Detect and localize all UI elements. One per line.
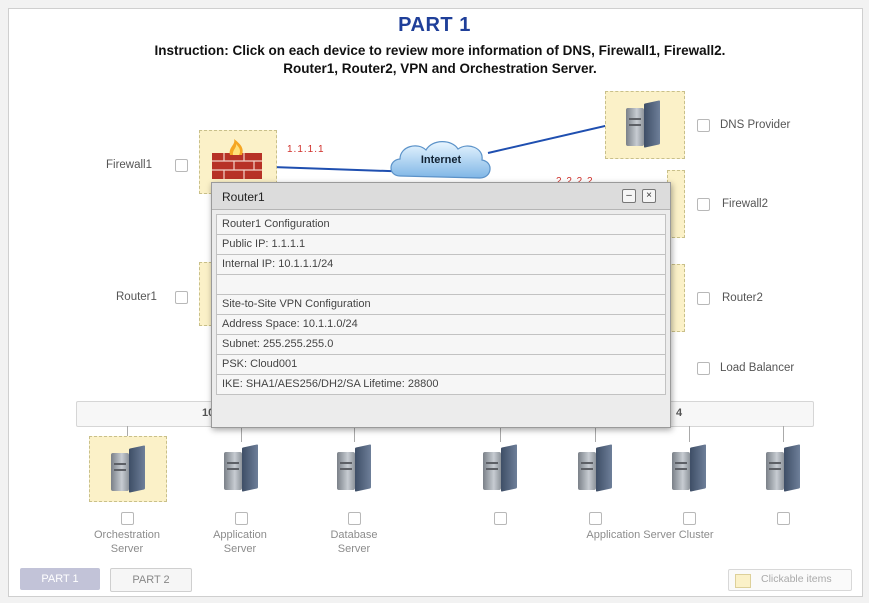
popup-row: Public IP: 1.1.1.1 xyxy=(216,234,666,254)
instruction-line-1: Instruction: Click on each device to rev… xyxy=(154,43,726,58)
drop-line xyxy=(127,426,128,436)
load-balancer-label: Load Balancer xyxy=(720,362,795,374)
cluster-server-3-icon[interactable] xyxy=(672,444,706,492)
orchestration-server-device[interactable] xyxy=(89,436,167,502)
popup-row: Address Space: 10.1.1.0/24 xyxy=(216,314,666,334)
database-server-icon[interactable] xyxy=(337,444,371,492)
server-icon xyxy=(626,100,660,148)
application-server-checkbox[interactable] xyxy=(235,512,248,525)
firewall-icon xyxy=(212,139,262,179)
cluster-server-4-icon[interactable] xyxy=(766,444,800,492)
bus-right-text: 4 xyxy=(676,407,683,419)
orchestration-server-label-1: Orchestration xyxy=(93,529,161,541)
dns-provider-checkbox[interactable] xyxy=(697,119,710,132)
orchestration-server-checkbox[interactable] xyxy=(121,512,134,525)
legend-swatch xyxy=(735,574,751,588)
router2-checkbox[interactable] xyxy=(697,292,710,305)
app-cluster-label: Application Server Cluster xyxy=(586,529,714,541)
popup-titlebar[interactable]: Router1 – × xyxy=(212,183,670,210)
popup-rows: Router1 Configuration Public IP: 1.1.1.1… xyxy=(216,214,666,395)
clickable-items-legend: Clickable items xyxy=(728,569,852,591)
firewall1-label: Firewall1 xyxy=(106,159,153,171)
drop-line xyxy=(689,426,690,442)
popup-title: Router1 xyxy=(222,190,265,204)
application-server-label-2: Server xyxy=(223,543,257,555)
orchestration-server-label-2: Server xyxy=(110,543,144,555)
minimize-button[interactable]: – xyxy=(622,189,636,203)
router1-checkbox[interactable] xyxy=(175,291,188,304)
page-title: PART 1 xyxy=(398,14,471,36)
database-server-checkbox[interactable] xyxy=(348,512,361,525)
drop-line xyxy=(783,426,784,442)
database-server-label-1: Database xyxy=(330,529,378,541)
firewall2-checkbox[interactable] xyxy=(697,198,710,211)
popup-row: Internal IP: 10.1.1.1/24 xyxy=(216,254,666,274)
drop-line xyxy=(241,426,242,442)
cluster-server-1-icon[interactable] xyxy=(483,444,517,492)
close-button[interactable]: × xyxy=(642,189,656,203)
tab-part-1[interactable]: PART 1 xyxy=(20,568,100,590)
load-balancer-checkbox[interactable] xyxy=(697,362,710,375)
tab-part-2[interactable]: PART 2 xyxy=(110,568,192,592)
popup-row: IKE: SHA1/AES256/DH2/SA Lifetime: 28800 xyxy=(216,374,666,395)
firewall1-checkbox[interactable] xyxy=(175,159,188,172)
cluster-server-2-checkbox[interactable] xyxy=(589,512,602,525)
drop-line xyxy=(354,426,355,442)
dns-provider-label: DNS Provider xyxy=(720,119,791,131)
router1-popup: Router1 – × Router1 Configuration Public… xyxy=(211,182,671,428)
popup-row: Router1 Configuration xyxy=(216,214,666,234)
popup-row: Site-to-Site VPN Configuration xyxy=(216,294,666,314)
router1-label: Router1 xyxy=(116,291,157,303)
legend-text: Clickable items xyxy=(761,573,832,585)
link-left-ip: 1.1.1.1 xyxy=(287,144,325,155)
firewall2-label: Firewall2 xyxy=(722,198,769,210)
cluster-server-1-checkbox[interactable] xyxy=(494,512,507,525)
popup-row: Subnet: 255.255.255.0 xyxy=(216,334,666,354)
database-server-label-2: Server xyxy=(337,543,371,555)
router2-label: Router2 xyxy=(722,292,763,304)
popup-row xyxy=(216,274,666,294)
server-icon xyxy=(111,445,145,493)
popup-row: PSK: Cloud001 xyxy=(216,354,666,374)
internet-label: Internet xyxy=(420,154,462,166)
application-server-label-1: Application xyxy=(213,529,267,541)
instruction-line-2: Router1, Router2, VPN and Orchestration … xyxy=(283,61,597,76)
dns-provider-device[interactable] xyxy=(605,91,685,159)
cluster-server-4-checkbox[interactable] xyxy=(777,512,790,525)
cluster-server-2-icon[interactable] xyxy=(578,444,612,492)
drop-line xyxy=(500,426,501,442)
application-server-icon[interactable] xyxy=(224,444,258,492)
cluster-server-3-checkbox[interactable] xyxy=(683,512,696,525)
internet-cloud: Internet xyxy=(386,136,496,186)
drop-line xyxy=(595,426,596,442)
